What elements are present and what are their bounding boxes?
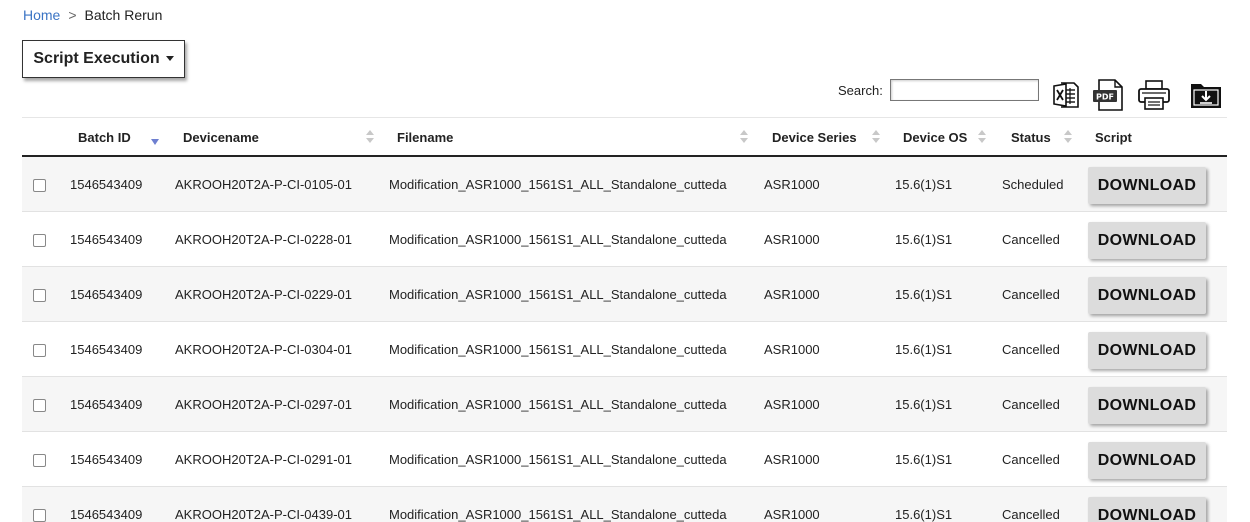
batch-id-cell: 1546543409 <box>70 232 143 247</box>
devicename-cell: AKROOH20T2A-P-CI-0291-01 <box>175 452 353 467</box>
device-os-cell: 15.6(1)S1 <box>895 452 953 467</box>
download-button[interactable]: DOWNLOAD <box>1088 497 1206 522</box>
row-checkbox[interactable] <box>33 509 46 522</box>
download-button[interactable]: DOWNLOAD <box>1088 167 1206 204</box>
breadcrumb-current: Batch Rerun <box>84 7 163 23</box>
filename-cell: Modification_ASR1000_1561S1_ALL_Standalo… <box>389 397 727 412</box>
batch-id-cell: 1546543409 <box>70 507 143 522</box>
device-os-cell: 15.6(1)S1 <box>895 507 953 522</box>
breadcrumb-home-link[interactable]: Home <box>23 6 60 24</box>
device-os-cell: 15.6(1)S1 <box>895 342 953 357</box>
script-execution-label: Script Execution <box>33 50 160 67</box>
table-header: Batch ID Devicename Filename Device Seri… <box>22 117 1227 157</box>
status-cell: Cancelled <box>1002 232 1060 247</box>
row-checkbox[interactable] <box>33 289 46 302</box>
print-icon[interactable] <box>1136 78 1172 112</box>
download-button[interactable]: DOWNLOAD <box>1088 332 1206 369</box>
device-series-cell: ASR1000 <box>764 342 820 357</box>
row-checkbox[interactable] <box>33 454 46 467</box>
table-body: 1546543409 AKROOH20T2A-P-CI-0105-01 Modi… <box>22 157 1227 522</box>
row-checkbox[interactable] <box>33 399 46 412</box>
table-row: 1546543409 AKROOH20T2A-P-CI-0228-01 Modi… <box>22 212 1227 267</box>
table-row: 1546543409 AKROOH20T2A-P-CI-0229-01 Modi… <box>22 267 1227 322</box>
sort-icon <box>978 130 986 144</box>
status-cell: Cancelled <box>1002 507 1060 522</box>
filename-cell: Modification_ASR1000_1561S1_ALL_Standalo… <box>389 342 727 357</box>
devicename-cell: AKROOH20T2A-P-CI-0304-01 <box>175 342 353 357</box>
devicename-cell: AKROOH20T2A-P-CI-0439-01 <box>175 507 353 522</box>
batch-id-cell: 1546543409 <box>70 397 143 412</box>
svg-text:PDF: PDF <box>1096 93 1114 102</box>
status-cell: Cancelled <box>1002 287 1060 302</box>
sort-desc-icon <box>151 139 159 145</box>
download-button[interactable]: DOWNLOAD <box>1088 442 1206 479</box>
status-cell: Cancelled <box>1002 397 1060 412</box>
download-button[interactable]: DOWNLOAD <box>1088 387 1206 424</box>
search-input[interactable] <box>890 79 1039 101</box>
batch-id-cell: 1546543409 <box>70 287 143 302</box>
excel-icon[interactable] <box>1051 78 1081 112</box>
status-cell: Cancelled <box>1002 452 1060 467</box>
caret-down-icon <box>165 55 174 61</box>
sort-icon <box>366 130 374 144</box>
device-os-cell: 15.6(1)S1 <box>895 232 953 247</box>
row-checkbox[interactable] <box>33 344 46 357</box>
device-series-cell: ASR1000 <box>764 177 820 192</box>
sort-icon <box>872 130 880 144</box>
device-os-cell: 15.6(1)S1 <box>895 177 953 192</box>
status-cell: Cancelled <box>1002 342 1060 357</box>
device-os-cell: 15.6(1)S1 <box>895 397 953 412</box>
filename-cell: Modification_ASR1000_1561S1_ALL_Standalo… <box>389 287 727 302</box>
filename-cell: Modification_ASR1000_1561S1_ALL_Standalo… <box>389 232 727 247</box>
table-row: 1546543409 AKROOH20T2A-P-CI-0304-01 Modi… <box>22 322 1227 377</box>
status-cell: Scheduled <box>1002 177 1064 192</box>
row-checkbox[interactable] <box>33 179 46 192</box>
devicename-cell: AKROOH20T2A-P-CI-0297-01 <box>175 397 353 412</box>
device-series-cell: ASR1000 <box>764 507 820 522</box>
sort-icon <box>1064 130 1072 144</box>
pdf-icon[interactable]: PDF <box>1090 78 1126 112</box>
breadcrumb: Home > Batch Rerun <box>23 6 162 24</box>
download-button[interactable]: DOWNLOAD <box>1088 277 1206 314</box>
filename-cell: Modification_ASR1000_1561S1_ALL_Standalo… <box>389 452 727 467</box>
table-row: 1546543409 AKROOH20T2A-P-CI-0297-01 Modi… <box>22 377 1227 432</box>
table-row: 1546543409 AKROOH20T2A-P-CI-0105-01 Modi… <box>22 157 1227 212</box>
device-series-cell: ASR1000 <box>764 452 820 467</box>
device-os-cell: 15.6(1)S1 <box>895 287 953 302</box>
column-header-devicename[interactable]: Devicename <box>183 118 259 156</box>
column-header-device-os[interactable]: Device OS <box>903 118 967 156</box>
device-series-cell: ASR1000 <box>764 397 820 412</box>
table-row: 1546543409 AKROOH20T2A-P-CI-0291-01 Modi… <box>22 432 1227 487</box>
row-checkbox[interactable] <box>33 234 46 247</box>
table-row: 1546543409 AKROOH20T2A-P-CI-0439-01 Modi… <box>22 487 1227 522</box>
column-header-status[interactable]: Status <box>1011 118 1051 156</box>
devicename-cell: AKROOH20T2A-P-CI-0105-01 <box>175 177 353 192</box>
sort-icon <box>740 130 748 144</box>
batch-id-cell: 1546543409 <box>70 177 143 192</box>
download-button[interactable]: DOWNLOAD <box>1088 222 1206 259</box>
script-execution-dropdown-button[interactable]: Script Execution <box>22 40 185 78</box>
batch-table: Batch ID Devicename Filename Device Seri… <box>22 117 1227 522</box>
batch-id-cell: 1546543409 <box>70 452 143 467</box>
device-series-cell: ASR1000 <box>764 287 820 302</box>
column-header-script: Script <box>1095 129 1132 145</box>
device-series-cell: ASR1000 <box>764 232 820 247</box>
column-header-filename[interactable]: Filename <box>397 118 453 156</box>
filename-cell: Modification_ASR1000_1561S1_ALL_Standalo… <box>389 507 727 522</box>
breadcrumb-separator: > <box>68 7 77 23</box>
download-folder-icon[interactable] <box>1188 78 1224 112</box>
filename-cell: Modification_ASR1000_1561S1_ALL_Standalo… <box>389 177 727 192</box>
batch-id-cell: 1546543409 <box>70 342 143 357</box>
column-header-batch-id[interactable]: Batch ID <box>78 118 131 156</box>
search-label: Search: <box>838 83 883 98</box>
devicename-cell: AKROOH20T2A-P-CI-0228-01 <box>175 232 353 247</box>
devicename-cell: AKROOH20T2A-P-CI-0229-01 <box>175 287 353 302</box>
column-header-device-series[interactable]: Device Series <box>772 118 857 156</box>
